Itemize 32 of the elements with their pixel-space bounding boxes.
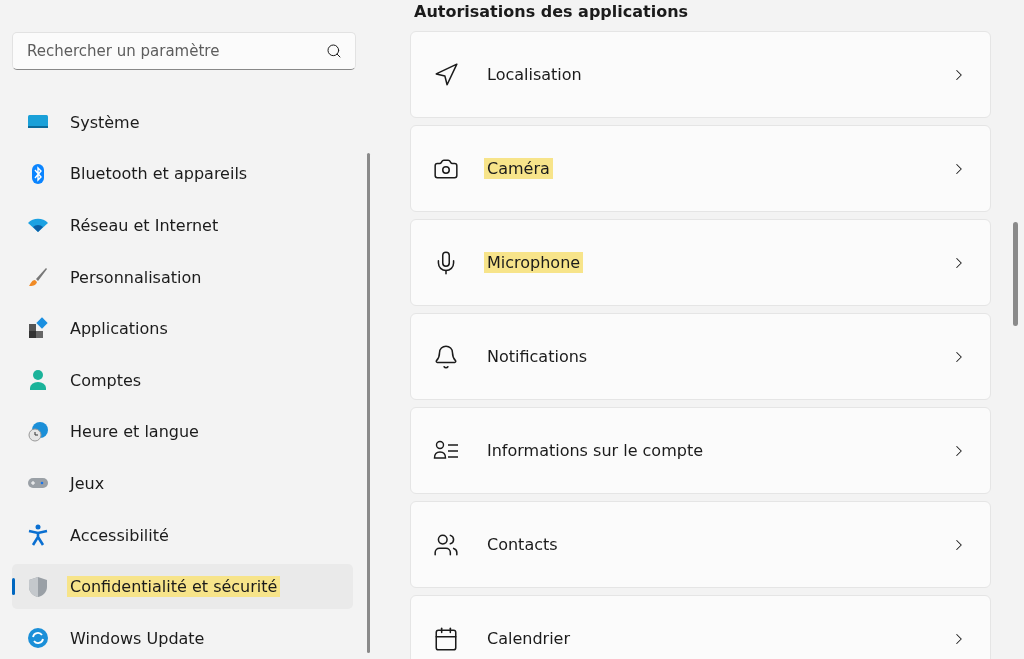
settings-card[interactable]: Notifications	[410, 313, 991, 400]
calendar-icon	[433, 625, 459, 652]
accessibility-icon	[26, 523, 50, 548]
scrollbar-thumb[interactable]	[367, 153, 370, 653]
search-field[interactable]: Rechercher un paramètre	[12, 32, 356, 70]
section-title: Autorisations des applications	[414, 2, 690, 21]
nav-item[interactable]: Comptes	[12, 357, 354, 403]
nav-item[interactable]: Windows Update	[12, 615, 354, 659]
bell-icon	[433, 343, 459, 370]
nav-item[interactable]: Applications	[12, 306, 354, 351]
location-arrow-icon	[433, 61, 459, 88]
nav-item[interactable]: Personnalisation	[12, 254, 354, 300]
scrollbar-thumb[interactable]	[1013, 222, 1018, 326]
selection-indicator	[12, 578, 15, 596]
nav-item[interactable]: Accessibilité	[12, 512, 354, 558]
settings-card[interactable]: Calendrier	[410, 595, 991, 659]
nav-item[interactable]: Jeux	[12, 461, 354, 506]
nav-item[interactable]: Système	[12, 100, 354, 145]
settings-card[interactable]: Informations sur le compte	[410, 407, 991, 494]
settings-card[interactable]: Localisation	[410, 31, 991, 118]
settings-card[interactable]: Microphone	[410, 219, 991, 306]
settings-card[interactable]: Contacts	[410, 501, 991, 588]
shield-icon	[26, 574, 50, 599]
apps-icon	[26, 316, 50, 341]
search-icon[interactable]	[326, 43, 342, 59]
globe-clock-icon	[26, 419, 50, 444]
settings-card[interactable]: Caméra	[410, 125, 991, 212]
nav-item[interactable]: Réseau et Internet	[12, 203, 354, 248]
nav-item[interactable]: Bluetooth et appareils	[12, 151, 354, 197]
nav-item[interactable]: Heure et langue	[12, 409, 354, 455]
sync-icon	[26, 626, 50, 651]
nav-item[interactable]: Confidentialité et sécurité	[12, 564, 354, 609]
